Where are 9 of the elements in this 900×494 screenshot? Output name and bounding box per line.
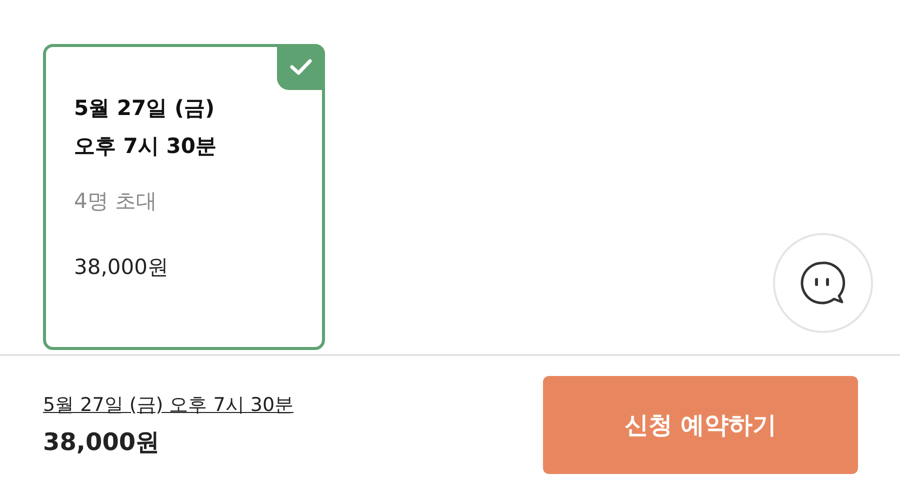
check-icon <box>277 44 325 90</box>
option-date: 5월 27일 (금) <box>74 95 216 122</box>
option-price: 38,000원 <box>74 254 170 281</box>
schedule-summary: 5월 27일 (금) 오후 7시 30분 <box>43 393 294 418</box>
option-card[interactable]: 5월 27일 (금) 오후 7시 30분 4명 초대 38,000원 <box>43 44 325 350</box>
chat-icon <box>798 259 848 307</box>
option-guests: 4명 초대 <box>74 188 158 215</box>
total-price: 38,000원 <box>43 427 161 458</box>
option-time: 오후 7시 30분 <box>74 133 218 160</box>
